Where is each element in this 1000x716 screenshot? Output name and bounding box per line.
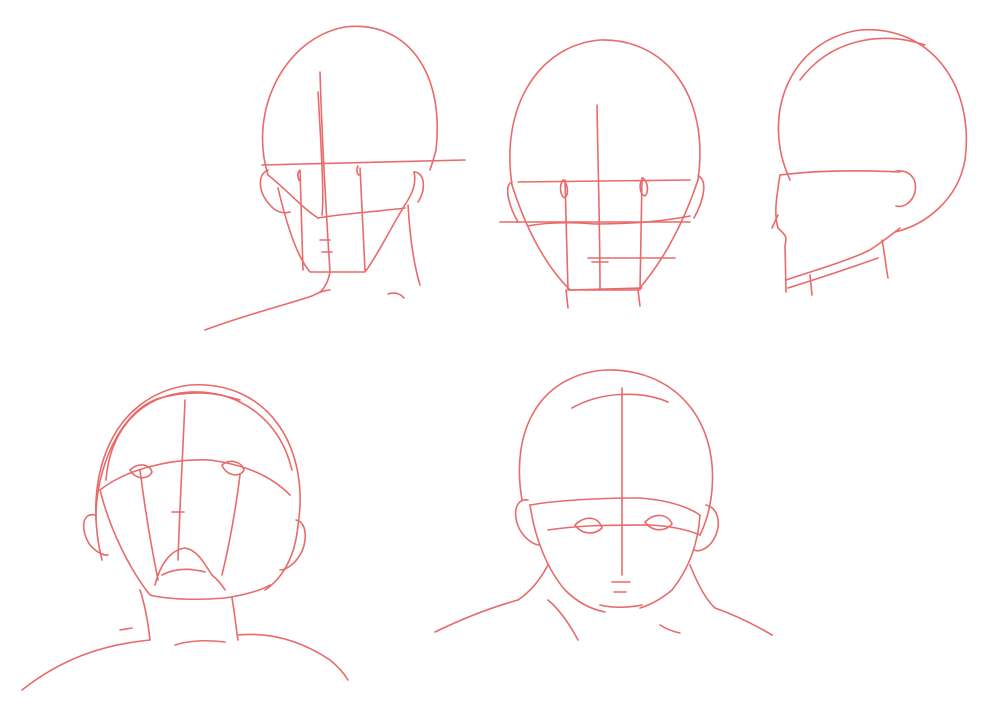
face-left: [529, 504, 606, 613]
sketch-head-5: [434, 369, 773, 641]
brow-line: [261, 159, 466, 166]
shoulder-right: [714, 607, 773, 636]
eye-mark-right: [356, 165, 360, 176]
sketch-head-3: [771, 29, 968, 296]
neck-right: [407, 204, 421, 286]
face-shape-lower: [99, 489, 271, 601]
collar-line-left: [547, 599, 579, 641]
collar-line-right: [659, 624, 681, 634]
jaw-outline: [277, 171, 416, 273]
jaw-line: [527, 215, 691, 227]
ear-right: [279, 519, 307, 571]
guide-v-right: [221, 474, 241, 576]
ear-right: [693, 504, 719, 552]
ear-right: [693, 175, 705, 219]
shoulder-right: [237, 633, 349, 681]
jaw-line: [785, 227, 901, 281]
cranium-hairline: [571, 393, 669, 409]
guide-v-left: [139, 469, 159, 581]
sketch-head-1: [204, 25, 466, 331]
neck-left: [517, 564, 549, 601]
neck-right: [637, 289, 641, 307]
cranium-outline: [261, 25, 438, 176]
sketch-head-2: [499, 39, 705, 309]
neck-back: [881, 239, 889, 279]
neck-left: [139, 589, 151, 641]
shoulder-line: [204, 289, 331, 331]
neck-front: [809, 274, 813, 296]
sketch-head-4: [21, 384, 349, 691]
face-plane: [779, 169, 901, 176]
center-line: [177, 399, 186, 561]
sketch-sheet: [0, 0, 1000, 712]
head-construction-sketches: [21, 25, 968, 691]
cranium-top: [799, 37, 926, 81]
cranium-outline: [777, 29, 968, 233]
face-outline: [511, 179, 699, 291]
guide-v-right: [359, 167, 366, 271]
brow-band-top: [529, 497, 701, 516]
neck-left: [565, 289, 569, 309]
ear: [892, 170, 917, 208]
eye-mark-right: [644, 514, 673, 531]
chin-line: [599, 604, 643, 609]
brow-line: [517, 179, 691, 183]
face-right: [639, 514, 701, 609]
ear-left: [514, 499, 541, 546]
shoulder-left: [21, 639, 151, 691]
neck-left: [319, 271, 331, 293]
face-profile: [775, 174, 787, 293]
neck-right: [231, 597, 239, 641]
shoulder-left: [434, 599, 519, 633]
cranium-outline: [509, 39, 701, 186]
guide-v-left: [299, 169, 304, 271]
brow-band-bottom: [547, 524, 701, 536]
cranium-inner: [95, 392, 241, 521]
jaw-line-2: [787, 257, 879, 289]
shoulder-mark: [119, 627, 133, 631]
cranium-outline-lower: [267, 174, 319, 219]
chin-shape-2: [161, 568, 206, 576]
neck-right: [689, 564, 716, 609]
face-shape: [99, 458, 291, 496]
eye-mark-right: [221, 460, 245, 476]
shoulder-right: [387, 292, 405, 299]
eye-mark-left: [559, 179, 569, 199]
collar-line: [174, 639, 226, 646]
